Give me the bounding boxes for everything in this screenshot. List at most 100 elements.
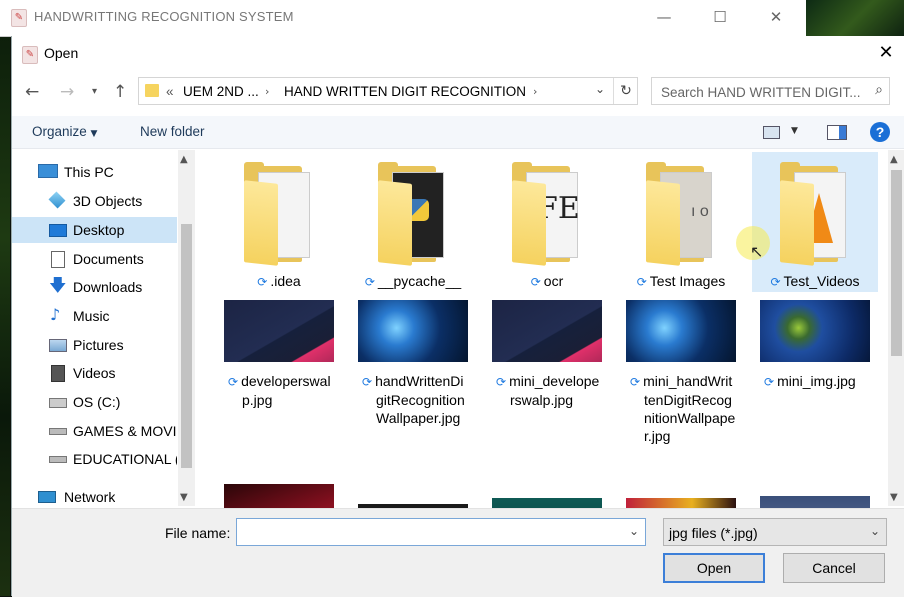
file-type-dropdown-icon[interactable]: ⌄ [870, 524, 880, 538]
back-arrow-icon[interactable]: ← [25, 82, 39, 102]
nav-item-pictures[interactable]: Pictures [12, 332, 177, 358]
nav-item-downloads[interactable]: 🡇 Downloads [12, 274, 177, 300]
minimize-icon[interactable]: — [650, 6, 678, 28]
nav-scrollbar[interactable]: ▲ ▼ [178, 150, 195, 506]
nav-label: OS (C:) [73, 394, 121, 410]
chevron-down-icon: ▼ [90, 129, 98, 139]
nav-item-desktop[interactable]: Desktop [12, 217, 177, 243]
nav-item-3d-objects[interactable]: 3D Objects [12, 188, 177, 214]
dialog-title: Open [44, 45, 79, 61]
folder-label: ⟳ Test_Videos [754, 272, 876, 291]
nav-item-documents[interactable]: Documents [12, 246, 177, 272]
breadcrumb-segment-2[interactable]: HAND WRITTEN DIGIT RECOGNITION [284, 84, 526, 99]
search-box[interactable]: ⌕ [651, 77, 890, 106]
background-desktop-corner [806, 0, 904, 40]
documents-icon [51, 251, 65, 268]
image-label: ⟳ developerswal p.jpg [228, 372, 340, 409]
nav-label: Documents [73, 251, 144, 267]
folder-tile-selected[interactable]: ⟳ Test_Videos ↖ [736, 152, 878, 292]
image-thumbnail[interactable] [224, 484, 334, 508]
open-button[interactable]: Open [663, 553, 765, 583]
image-thumbnail[interactable] [760, 496, 870, 508]
address-dropdown-icon[interactable]: ⌄ [595, 82, 605, 96]
maximize-icon[interactable]: ☐ [706, 6, 734, 28]
toolbar: Organize ▼ New folder ▼ ? [12, 116, 904, 149]
folder-label: ⟳ Test Images [620, 272, 742, 291]
close-icon[interactable]: ✕ [762, 6, 790, 28]
folder-tile[interactable]: ⟳ __pycache__ [350, 152, 476, 292]
nav-label: This PC [64, 164, 114, 180]
forward-arrow-icon[interactable]: → [60, 82, 74, 102]
scroll-up-icon[interactable]: ▲ [180, 154, 188, 165]
image-tile[interactable]: ⟳ developerswal p.jpg [216, 300, 342, 470]
view-options-icon[interactable] [763, 126, 780, 139]
scroll-down-icon[interactable]: ▼ [180, 492, 188, 503]
sync-icon: ⟳ [496, 375, 507, 389]
digits-thumbnail-icon: ı o [691, 203, 709, 220]
breadcrumb-overflow[interactable]: « [166, 84, 174, 99]
nav-label: Pictures [73, 337, 124, 353]
search-icon[interactable]: ⌕ [875, 82, 883, 98]
file-type-select[interactable]: jpg files (*.jpg) ⌄ [663, 518, 887, 546]
image-thumbnail[interactable] [492, 498, 602, 508]
cancel-button[interactable]: Cancel [783, 553, 885, 583]
folder-name: Test_Videos [783, 273, 860, 289]
search-input[interactable] [652, 78, 868, 106]
address-bar[interactable]: « UEM 2ND ... › HAND WRITTEN DIGIT RECOG… [138, 77, 638, 105]
organize-button[interactable]: Organize ▼ [32, 124, 97, 139]
image-label: ⟳ mini_develope rswalp.jpg [496, 372, 608, 409]
image-thumbnail[interactable] [626, 498, 736, 508]
view-chevron-down-icon[interactable]: ▼ [791, 126, 798, 136]
sync-icon: ⟳ [530, 275, 541, 289]
background-desktop-strip [0, 0, 10, 596]
file-list: ⟳ .idea ⟳ __pycache__ FE ⟳ ocr ı o ⟳ Test Im… [202, 150, 886, 508]
nav-item-this-pc[interactable]: This PC [12, 159, 177, 185]
breadcrumb-segment-1[interactable]: UEM 2ND ... [183, 84, 259, 99]
image-name-line: rswalp.jpg [510, 392, 574, 408]
folder-tile[interactable]: ⟳ .idea [216, 152, 342, 292]
nav-item-network[interactable]: Network [12, 484, 177, 510]
image-tile[interactable]: ⟳ mini_develope rswalp.jpg [484, 300, 610, 470]
folder-icon: ı o [646, 162, 718, 268]
nav-item-music[interactable]: ♪ Music [12, 303, 177, 329]
breadcrumb-chevron-icon[interactable]: › [265, 85, 269, 98]
nav-item-videos[interactable]: Videos [12, 360, 177, 386]
file-name-dropdown-icon[interactable]: ⌄ [629, 524, 639, 538]
folder-tile[interactable]: FE ⟳ ocr [484, 152, 610, 292]
image-tile[interactable]: ⟳ mini_img.jpg [752, 300, 878, 470]
network-icon [38, 491, 56, 503]
nav-scrollbar-thumb[interactable] [181, 224, 192, 468]
help-icon[interactable]: ? [870, 122, 890, 142]
image-tile[interactable]: ⟳ mini_handWrit tenDigitRecog nitionWallpap… [618, 300, 744, 470]
folder-name: ocr [543, 273, 564, 289]
folder-icon [244, 162, 316, 268]
image-label: ⟳ mini_handWrit tenDigitRecog nitionWallpap… [630, 372, 742, 445]
nav-item-games-movies[interactable]: GAMES & MOVI [12, 418, 177, 444]
file-list-scrollbar[interactable]: ▲ ▼ [888, 150, 904, 506]
image-thumbnail [358, 300, 468, 362]
refresh-icon[interactable]: ↻ [613, 78, 638, 104]
scroll-down-icon[interactable]: ▼ [890, 492, 898, 503]
file-name-field[interactable]: ⌄ [236, 518, 646, 547]
dialog-app-icon: ✎ [22, 46, 38, 64]
file-name-input[interactable] [237, 519, 625, 547]
file-list-scrollbar-thumb[interactable] [891, 170, 902, 356]
dialog-close-icon[interactable]: ✕ [875, 42, 897, 64]
nav-item-educational[interactable]: EDUCATIONAL ( [12, 446, 177, 472]
nav-label: Desktop [73, 222, 125, 238]
preview-pane-icon[interactable] [827, 125, 847, 140]
nav-item-os-c[interactable]: OS (C:) [12, 389, 177, 415]
folder-tile[interactable]: ı o ⟳ Test Images [618, 152, 744, 292]
image-thumbnail [626, 300, 736, 362]
recent-locations-chevron-icon[interactable]: ▾ [92, 86, 97, 97]
new-folder-button[interactable]: New folder [140, 124, 205, 139]
image-tile[interactable]: ⟳ handWrittenDi gitRecognition Wallpaper.jp… [350, 300, 476, 470]
breadcrumb-chevron-icon[interactable]: › [533, 85, 537, 98]
scroll-up-icon[interactable]: ▲ [890, 154, 898, 165]
up-arrow-icon[interactable]: ↑ [113, 82, 127, 102]
sync-icon: ⟳ [228, 375, 239, 389]
dialog-footer: File name: ⌄ jpg files (*.jpg) ⌄ Open Ca… [12, 508, 904, 597]
nav-label: EDUCATIONAL ( [73, 451, 177, 467]
organize-label: Organize [32, 124, 87, 139]
image-name-line: mini_develope [509, 373, 600, 389]
